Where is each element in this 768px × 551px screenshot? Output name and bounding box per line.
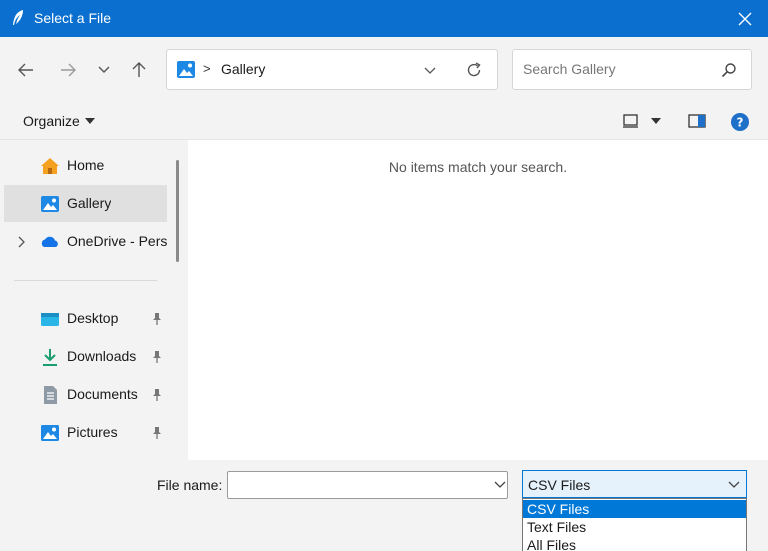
close-icon xyxy=(738,12,752,25)
caret-down-icon[interactable] xyxy=(85,117,95,125)
refresh-icon xyxy=(467,62,481,77)
file-type-select[interactable]: CSV Files xyxy=(522,470,747,498)
organize-button[interactable]: Organize xyxy=(23,113,80,129)
sidebar-item-label: Downloads xyxy=(67,348,137,364)
pin-icon[interactable] xyxy=(151,388,163,402)
breadcrumb-separator: > xyxy=(203,61,211,76)
up-button[interactable] xyxy=(125,57,153,83)
pin-icon[interactable] xyxy=(151,350,163,364)
sidebar-item-label: Home xyxy=(67,157,105,173)
sidebar-item-desktop[interactable]: Desktop xyxy=(4,300,167,337)
file-type-option-csv[interactable]: CSV Files xyxy=(523,500,746,518)
close-button[interactable] xyxy=(722,0,768,37)
search-icon[interactable] xyxy=(721,62,737,78)
forward-button[interactable] xyxy=(54,57,82,83)
downloads-icon xyxy=(43,349,57,366)
caret-down-icon[interactable] xyxy=(651,117,661,125)
svg-text:?: ? xyxy=(737,116,744,130)
sidebar-item-label: Gallery xyxy=(67,195,112,211)
sidebar-item-onedrive[interactable]: OneDrive - Perso xyxy=(4,223,167,260)
search-box[interactable]: Search Gallery xyxy=(512,49,752,90)
file-selection-pane: File name: CSV Files CSV Files Text File… xyxy=(0,460,768,551)
feather-icon xyxy=(13,10,23,25)
navigation-bar: > Gallery Search Gallery xyxy=(0,37,768,103)
chevron-down-icon xyxy=(98,66,110,73)
title-bar: Select a File xyxy=(0,0,768,37)
onedrive-icon xyxy=(41,236,58,247)
sidebar-item-downloads[interactable]: Downloads xyxy=(4,338,167,375)
breadcrumb-gallery[interactable]: Gallery xyxy=(221,61,265,77)
preview-pane-icon[interactable] xyxy=(688,113,706,129)
sidebar-item-label: OneDrive - Perso xyxy=(67,233,167,249)
gallery-icon xyxy=(41,196,59,212)
file-name-label: File name: xyxy=(157,477,223,493)
sidebar-item-pictures[interactable]: Pictures xyxy=(4,414,167,451)
arrow-up-icon xyxy=(132,62,146,77)
sidebar-item-home[interactable]: Home xyxy=(4,147,167,184)
chevron-down-icon[interactable] xyxy=(728,480,740,490)
view-options-icon[interactable] xyxy=(622,113,640,129)
empty-state-message: No items match your search. xyxy=(388,159,568,175)
search-placeholder[interactable]: Search Gallery xyxy=(523,61,616,77)
file-type-dropdown-list: CSV Files Text Files All Files xyxy=(522,498,747,551)
documents-icon xyxy=(44,386,57,404)
pictures-icon xyxy=(41,425,59,441)
sidebar-divider xyxy=(14,280,157,281)
file-type-option-all[interactable]: All Files xyxy=(523,536,746,551)
sidebar-item-label: Desktop xyxy=(67,310,119,326)
sidebar-item-label: Pictures xyxy=(67,424,118,440)
arrow-left-icon xyxy=(18,63,33,77)
file-name-input[interactable] xyxy=(227,471,508,499)
address-bar[interactable]: > Gallery xyxy=(166,49,498,90)
sidebar-scrollbar[interactable] xyxy=(176,160,179,262)
back-button[interactable] xyxy=(12,57,40,83)
refresh-button[interactable] xyxy=(465,61,483,79)
navigation-pane: Home Gallery OneDrive - Perso Desktop Do… xyxy=(0,140,188,460)
command-toolbar: Organize ? xyxy=(0,103,768,140)
file-type-selected: CSV Files xyxy=(528,477,591,493)
sidebar-item-documents[interactable]: Documents xyxy=(4,376,167,413)
address-dropdown-button[interactable] xyxy=(421,62,439,80)
file-type-option-text[interactable]: Text Files xyxy=(523,518,746,536)
sidebar-item-gallery[interactable]: Gallery xyxy=(4,185,167,222)
home-icon xyxy=(41,158,59,174)
chevron-right-icon[interactable] xyxy=(18,236,26,248)
file-list-area[interactable]: No items match your search. xyxy=(188,140,768,460)
chevron-down-icon xyxy=(424,67,436,74)
window-title: Select a File xyxy=(34,10,112,26)
recent-locations-button[interactable] xyxy=(90,57,118,83)
desktop-icon xyxy=(41,313,59,326)
gallery-icon xyxy=(177,61,195,78)
chevron-down-icon[interactable] xyxy=(494,480,506,490)
arrow-right-icon xyxy=(61,63,76,77)
pin-icon[interactable] xyxy=(151,426,163,440)
pin-icon[interactable] xyxy=(151,312,163,326)
help-icon[interactable]: ? xyxy=(730,112,750,132)
sidebar-item-label: Documents xyxy=(67,386,138,402)
